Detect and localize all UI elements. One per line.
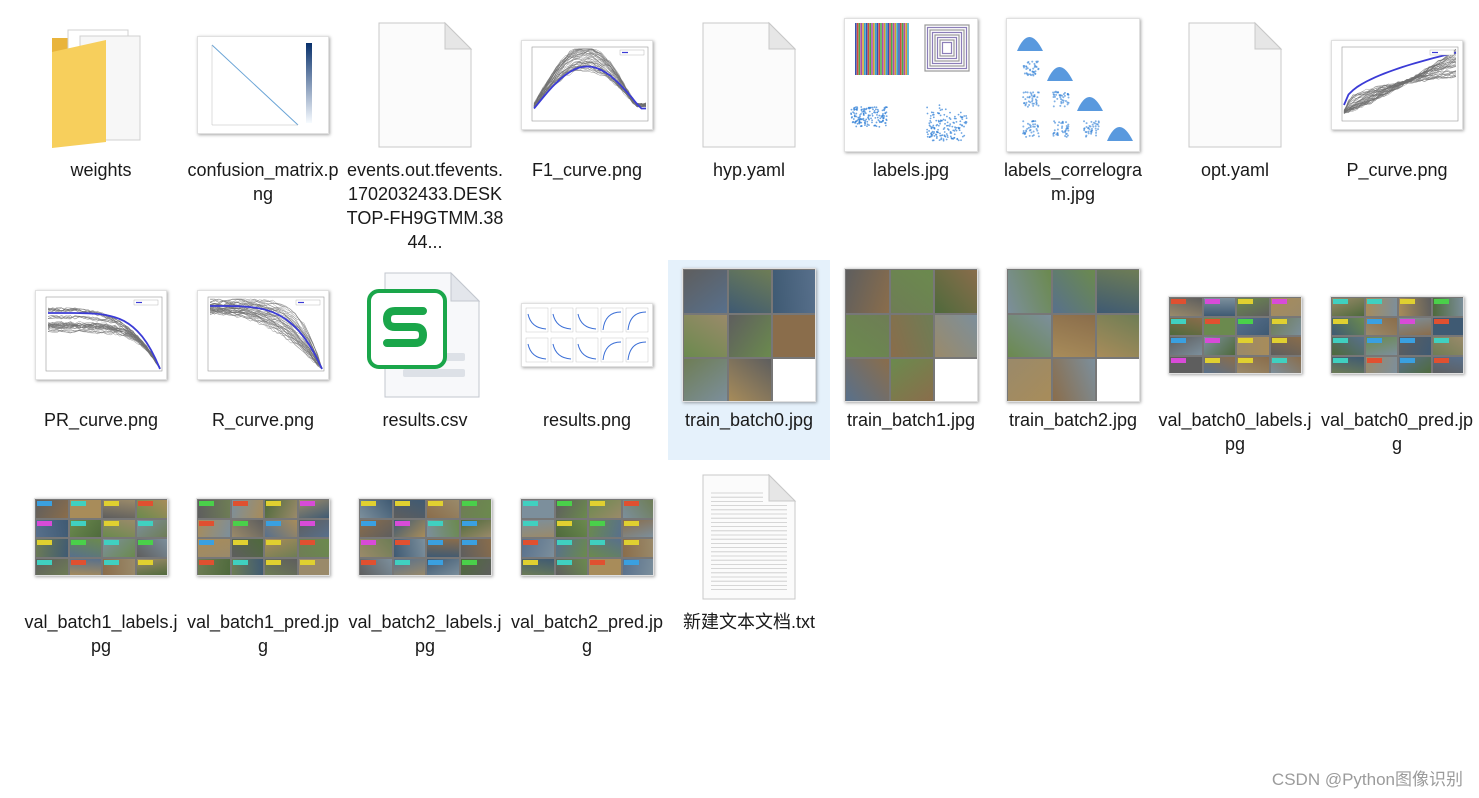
file-item[interactable]: hyp.yaml	[668, 10, 830, 210]
file-thumbnail	[193, 264, 333, 406]
file-name: train_batch1.jpg	[846, 410, 976, 430]
image-thumbnail	[844, 18, 978, 152]
file-thumbnail	[355, 264, 495, 406]
image-thumbnail	[197, 290, 329, 380]
image-thumbnail	[196, 498, 330, 576]
file-thumbnail	[679, 14, 819, 156]
file-item[interactable]: R_curve.png	[182, 260, 344, 460]
file-name: val_batch1_pred.jpg	[186, 612, 340, 656]
text-file-icon	[702, 473, 797, 600]
file-item[interactable]: results.csv	[344, 260, 506, 460]
file-thumbnail	[1003, 14, 1143, 156]
image-thumbnail	[844, 268, 978, 402]
file-name: labels.jpg	[872, 160, 950, 180]
image-thumbnail	[521, 303, 653, 367]
file-item[interactable]: events.out.tfevents.1702032433.DESKTOP-F…	[344, 10, 506, 252]
file-item[interactable]: PR_curve.png	[20, 260, 182, 460]
file-item[interactable]: opt.yaml	[1154, 10, 1316, 210]
file-name: results.csv	[382, 410, 468, 430]
file-name: results.png	[542, 410, 632, 430]
spreadsheet-icon	[367, 271, 481, 398]
file-name: hyp.yaml	[712, 160, 786, 180]
file-name: F1_curve.png	[531, 160, 643, 180]
image-thumbnail	[34, 498, 168, 576]
file-item[interactable]: train_batch1.jpg	[830, 260, 992, 460]
file-name: P_curve.png	[1346, 160, 1448, 180]
image-thumbnail	[1331, 40, 1463, 130]
image-thumbnail	[1006, 268, 1140, 402]
file-name: val_batch2_pred.jpg	[510, 612, 664, 656]
file-thumbnail	[517, 466, 657, 608]
file-icon	[702, 21, 797, 148]
file-thumbnail	[31, 264, 171, 406]
file-name: labels_correlogram.jpg	[1003, 160, 1143, 204]
file-thumbnail	[355, 466, 495, 608]
watermark: CSDN @Python图像识别	[1271, 770, 1463, 789]
file-item[interactable]: weights	[20, 10, 182, 210]
image-thumbnail	[1168, 296, 1302, 374]
file-thumbnail	[355, 14, 495, 156]
image-thumbnail	[358, 498, 492, 576]
file-item[interactable]: results.png	[506, 260, 668, 460]
file-thumbnail	[31, 14, 171, 156]
file-item[interactable]: F1_curve.png	[506, 10, 668, 210]
file-thumbnail	[517, 264, 657, 406]
file-name: events.out.tfevents.1702032433.DESKTOP-F…	[346, 160, 504, 252]
file-thumbnail	[1327, 14, 1467, 156]
file-thumbnail	[193, 14, 333, 156]
file-icon	[1188, 21, 1283, 148]
file-item[interactable]: labels.jpg	[830, 10, 992, 210]
image-thumbnail	[197, 36, 329, 134]
file-grid: weights confusion_matrix.png events.out.tf…	[20, 10, 1479, 770]
file-thumbnail	[1165, 14, 1305, 156]
file-name: train_batch0.jpg	[684, 410, 814, 430]
image-thumbnail	[35, 290, 167, 380]
file-name: PR_curve.png	[43, 410, 159, 430]
file-item[interactable]: val_batch0_pred.jpg	[1316, 260, 1478, 460]
image-thumbnail	[1006, 18, 1140, 152]
folder-icon	[52, 29, 141, 148]
image-thumbnail	[521, 40, 653, 130]
image-thumbnail	[682, 268, 816, 402]
file-name: opt.yaml	[1200, 160, 1270, 180]
image-thumbnail	[520, 498, 654, 576]
file-name: train_batch2.jpg	[1008, 410, 1138, 430]
file-thumbnail	[841, 264, 981, 406]
file-item[interactable]: train_batch0.jpg	[668, 260, 830, 460]
file-icon	[378, 21, 473, 148]
file-thumbnail	[193, 466, 333, 608]
file-thumbnail	[1003, 264, 1143, 406]
file-name: val_batch1_labels.jpg	[24, 612, 178, 656]
file-name: val_batch0_pred.jpg	[1320, 410, 1474, 454]
file-item[interactable]: val_batch2_labels.jpg	[344, 462, 506, 662]
file-item[interactable]: labels_correlogram.jpg	[992, 10, 1154, 210]
file-thumbnail	[679, 466, 819, 608]
file-item[interactable]: val_batch1_pred.jpg	[182, 462, 344, 662]
file-name: val_batch2_labels.jpg	[348, 612, 502, 656]
file-name: R_curve.png	[211, 410, 315, 430]
file-item[interactable]: val_batch1_labels.jpg	[20, 462, 182, 662]
file-thumbnail	[841, 14, 981, 156]
file-item[interactable]: P_curve.png	[1316, 10, 1478, 210]
file-name: val_batch0_labels.jpg	[1158, 410, 1312, 454]
file-name: 新建文本文档.txt	[682, 612, 815, 632]
image-thumbnail	[1330, 296, 1464, 374]
file-thumbnail	[679, 264, 819, 406]
file-thumbnail	[517, 14, 657, 156]
file-item[interactable]: val_batch0_labels.jpg	[1154, 260, 1316, 460]
file-thumbnail	[1165, 264, 1305, 406]
file-name: confusion_matrix.png	[187, 160, 339, 204]
file-item[interactable]: 新建文本文档.txt	[668, 462, 830, 662]
file-thumbnail	[1327, 264, 1467, 406]
file-name: weights	[70, 160, 132, 180]
file-thumbnail	[31, 466, 171, 608]
file-item[interactable]: train_batch2.jpg	[992, 260, 1154, 460]
file-item[interactable]: val_batch2_pred.jpg	[506, 462, 668, 662]
file-item[interactable]: confusion_matrix.png	[182, 10, 344, 210]
